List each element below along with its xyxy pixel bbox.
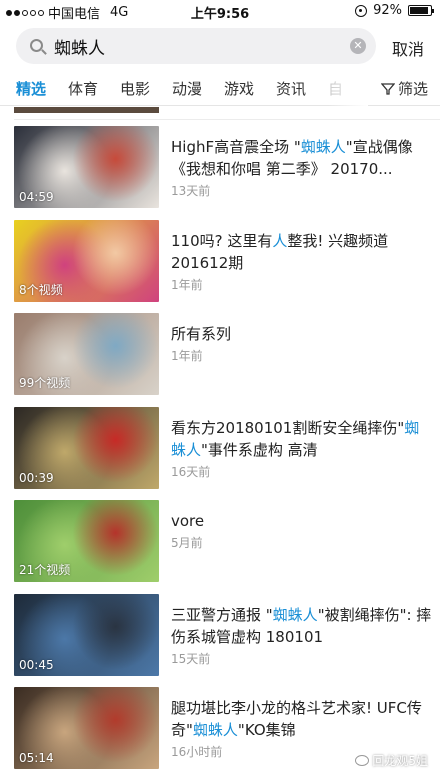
title-highlight: 蜘蛛人 [272, 605, 318, 624]
tab-movies[interactable]: 电影 [120, 78, 150, 99]
filter-icon [380, 82, 395, 95]
video-thumbnail[interactable]: 05:14 [14, 687, 159, 769]
result-item[interactable]: 04:59 HighF高音震全场 "蜘蛛人"宣战偶像《我想和你唱 第二季》 201… [0, 126, 440, 210]
result-title[interactable]: vore [171, 510, 433, 532]
video-thumbnail[interactable]: 21个视频 [14, 500, 159, 582]
result-item[interactable]: 8个视频 110吗? 这里有人整我! 兴趣频道201612期 1年前 [0, 219, 440, 304]
result-title[interactable]: 腿功堪比李小龙的格斗艺术家! UFC传奇"蜘蛛人"KO集锦 [171, 697, 433, 741]
tab-news[interactable]: 资讯 [276, 78, 306, 99]
search-icon [30, 39, 43, 52]
status-right: 92% [355, 3, 434, 18]
result-time: 13天前 [171, 184, 211, 198]
thumbnail-badge: 8个视频 [19, 282, 63, 297]
result-time: 16天前 [171, 464, 211, 479]
result-time: 16小时前 [171, 745, 223, 759]
video-thumbnail[interactable]: 99个视频 [14, 313, 159, 395]
title-text: 所有系列 [171, 325, 232, 343]
tab-games[interactable]: 游戏 [224, 78, 254, 99]
title-highlight: 蜘蛛人 [192, 721, 238, 739]
battery-percent: 92% [373, 3, 402, 18]
video-thumbnail[interactable]: 00:45 [14, 593, 159, 676]
watermark: 回龙观5姐 [355, 752, 428, 769]
result-title[interactable]: 110吗? 这里有人整我! 兴趣频道201612期 [171, 230, 433, 274]
result-time: 5月前 [171, 536, 203, 550]
title-highlight: 人 [272, 231, 288, 250]
result-title[interactable]: 所有系列 [171, 323, 433, 345]
search-input[interactable] [54, 34, 344, 58]
title-text: "KO集锦 [237, 721, 296, 739]
video-thumbnail[interactable]: 00:39 [14, 406, 159, 489]
results-list: 04:59 HighF高音震全场 "蜘蛛人"宣战偶像《我想和你唱 第二季》 201… [0, 107, 440, 783]
video-thumbnail[interactable]: 04:59 [14, 126, 159, 208]
thumbnail-badge: 99个视频 [19, 376, 71, 390]
result-time: 1年前 [171, 277, 203, 292]
cancel-button[interactable]: 取消 [392, 36, 424, 60]
video-thumbnail[interactable]: 8个视频 [14, 219, 159, 302]
thumbnail-badge: 00:45 [19, 657, 54, 672]
search-box[interactable]: ✕ [16, 28, 376, 64]
tab-sports[interactable]: 体育 [68, 78, 98, 99]
search-row: ✕ 取消 [0, 26, 440, 68]
title-text: "事件系虚构 高清 [201, 440, 318, 459]
clear-icon[interactable]: ✕ [350, 38, 366, 54]
battery-icon [408, 5, 434, 16]
filter-label: 筛选 [397, 80, 428, 98]
watermark-text: 回龙观5姐 [372, 754, 428, 768]
result-title[interactable]: HighF高音震全场 "蜘蛛人"宣战偶像《我想和你唱 第二季》 20170... [171, 136, 433, 180]
thumbnail-badge: 05:14 [19, 751, 54, 765]
result-time: 15天前 [171, 651, 211, 666]
result-time: 1年前 [171, 349, 203, 363]
result-item[interactable]: 00:45 三亚警方通报 "蜘蛛人"被割绳摔伤": 摔伤系城管虚构 180101 1… [0, 593, 440, 678]
title-text: 三亚警方通报 " [171, 605, 273, 624]
previous-thumbnail-edge [14, 107, 159, 113]
tabs-fade [328, 70, 368, 106]
orientation-lock-icon [355, 4, 368, 17]
thumbnail-badge: 00:39 [19, 470, 54, 485]
wechat-icon [355, 755, 370, 766]
filter-button[interactable]: 筛选 [380, 78, 428, 99]
thumbnail-badge: 04:59 [19, 190, 54, 204]
thumbnail-badge: 21个视频 [19, 563, 71, 577]
status-bar: 中国电信 4G 上午9:56 92% [0, 0, 440, 22]
title-text: vore [171, 512, 205, 530]
result-title[interactable]: 三亚警方通报 "蜘蛛人"被割绳摔伤": 摔伤系城管虚构 180101 [171, 604, 433, 648]
result-item[interactable]: 21个视频 vore 5月前 [0, 500, 440, 584]
title-text: 看东方20180101割断安全绳摔伤" [171, 418, 405, 437]
result-item[interactable]: 00:39 看东方20180101割断安全绳摔伤"蜘蛛人"事件系虚构 高清 16天前 [0, 406, 440, 491]
tab-anime[interactable]: 动漫 [172, 78, 202, 99]
result-item[interactable]: 99个视频 所有系列 1年前 [0, 313, 440, 397]
title-text: 110吗? 这里有 [171, 231, 273, 250]
category-tabs: 精选 体育 电影 动漫 游戏 资讯 自 筛选 [0, 70, 440, 106]
result-title[interactable]: 看东方20180101割断安全绳摔伤"蜘蛛人"事件系虚构 高清 [171, 417, 433, 461]
divider [14, 119, 440, 120]
tab-featured[interactable]: 精选 [16, 78, 46, 99]
title-highlight: 蜘蛛人 [300, 138, 346, 156]
title-text: HighF高音震全场 " [171, 138, 301, 156]
